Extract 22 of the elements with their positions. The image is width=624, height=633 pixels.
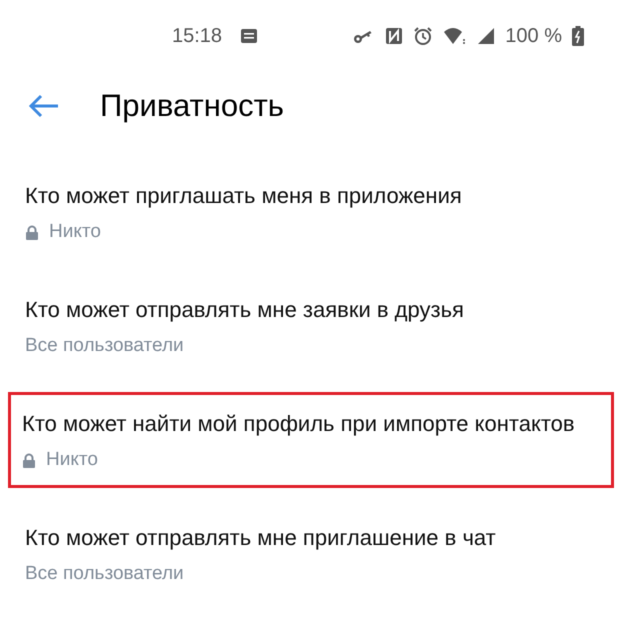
setting-value: Никто <box>46 449 98 471</box>
setting-value: Все пользователи <box>25 563 184 585</box>
setting-value: Никто <box>49 221 101 243</box>
wifi-icon <box>443 27 468 45</box>
setting-value: Все пользователи <box>25 335 184 357</box>
notification-icon <box>240 28 258 44</box>
nfc-icon <box>385 27 404 45</box>
battery-icon <box>572 26 584 46</box>
page-title: Приватность <box>100 88 284 124</box>
setting-item[interactable]: Кто может найти мой профиль при импорте контактов Никто <box>8 392 614 488</box>
battery-percentage: 100 % <box>505 24 562 48</box>
setting-title: Кто может отправлять мне заявки в друзья <box>25 296 465 324</box>
setting-item[interactable]: Кто может приглашать меня в приложения Никто <box>0 164 614 260</box>
setting-title: Кто может найти мой профиль при импорте контактов <box>22 410 576 438</box>
status-time: 15:18 <box>172 24 222 48</box>
setting-title: Кто может отправлять мне приглашение в чат <box>25 524 497 552</box>
back-arrow-icon <box>28 94 60 118</box>
setting-item[interactable]: Кто может отправлять мне заявки в друзья Все пользователи <box>0 278 614 374</box>
signal-icon <box>477 27 496 45</box>
setting-title: Кто может приглашать меня в приложения <box>25 182 463 210</box>
setting-item[interactable]: Кто может отправлять мне приглашение в чат Все пользователи <box>0 506 614 602</box>
alarm-icon <box>413 26 434 46</box>
